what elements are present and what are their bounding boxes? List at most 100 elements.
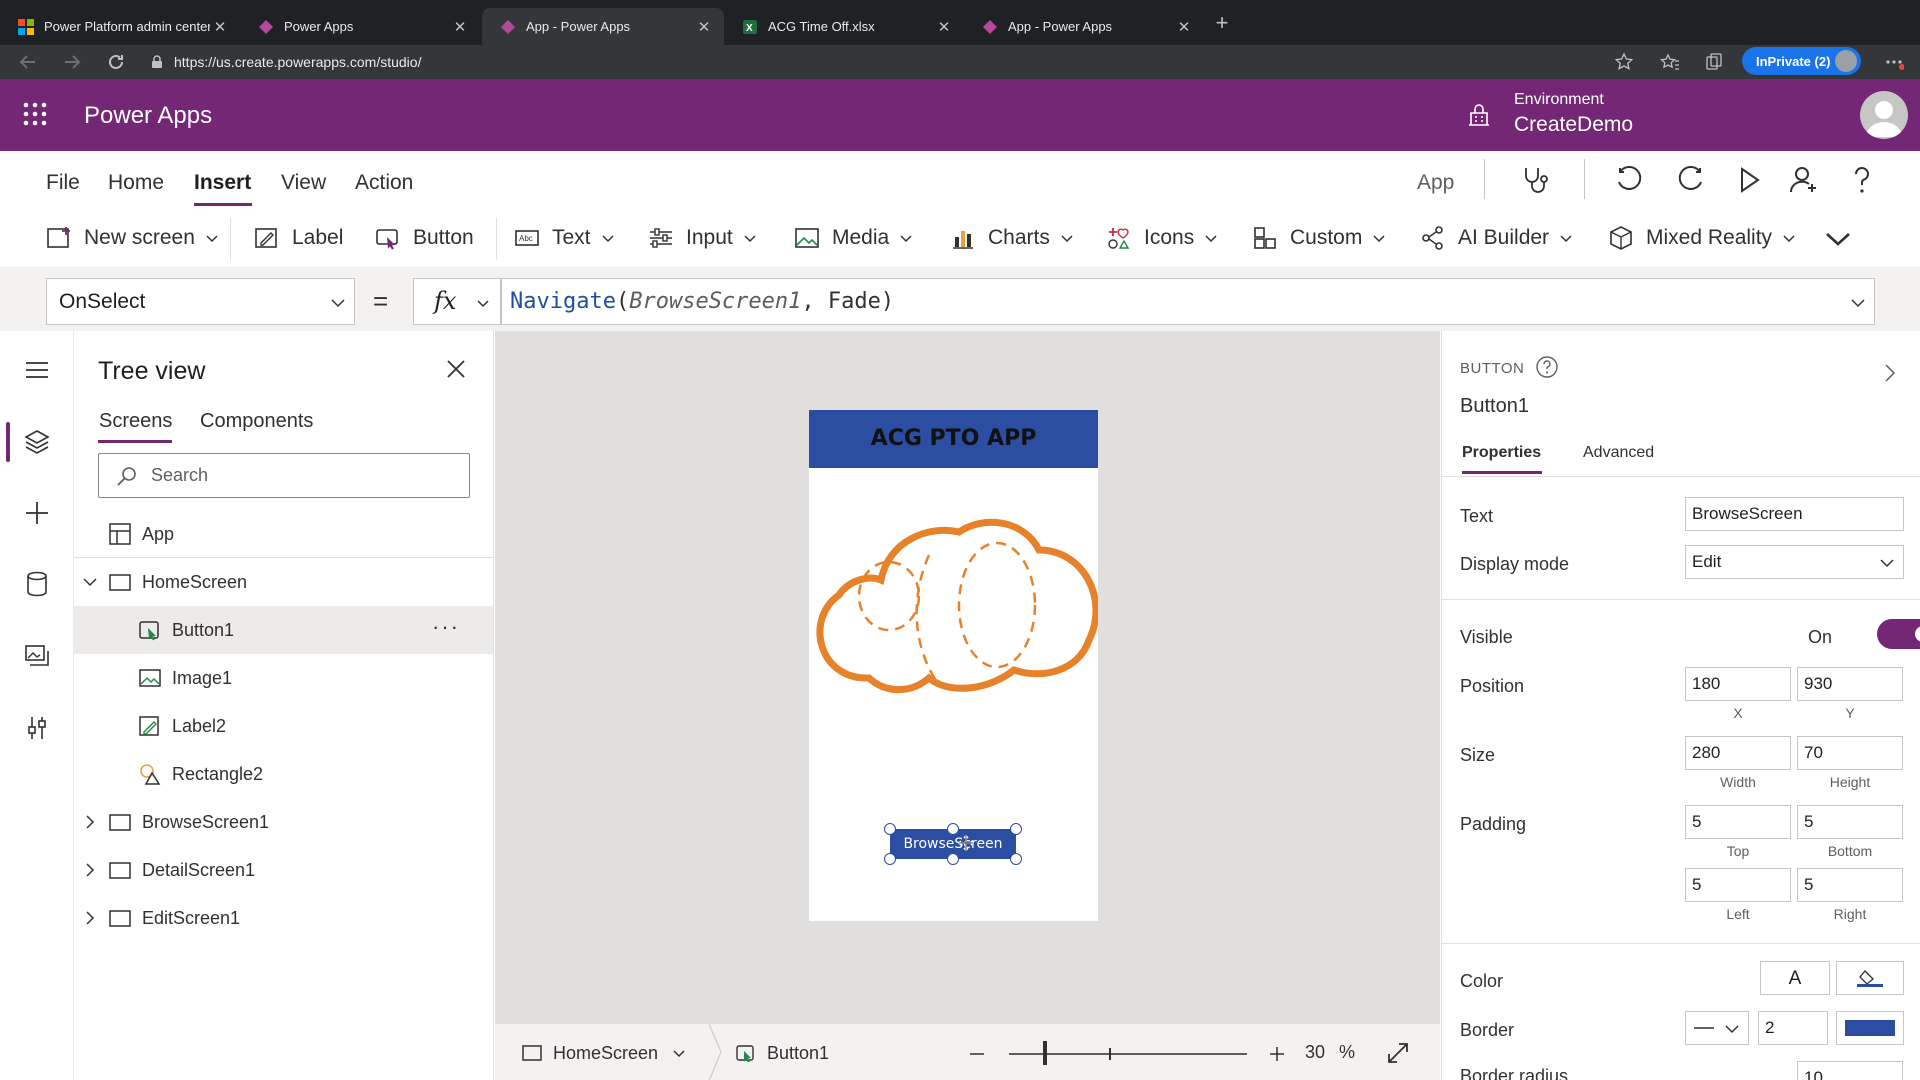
tab-close-icon[interactable]: ✕ bbox=[694, 18, 714, 36]
tab-close-icon[interactable]: ✕ bbox=[210, 18, 230, 36]
close-icon[interactable] bbox=[444, 357, 468, 381]
data-cylinder-icon[interactable] bbox=[22, 569, 52, 599]
redo-icon[interactable] bbox=[1674, 164, 1706, 196]
menu-tab-file[interactable]: File bbox=[46, 171, 80, 195]
tab-properties[interactable]: Properties bbox=[1462, 444, 1541, 462]
chevron-right-icon[interactable] bbox=[82, 862, 98, 878]
tab-screens[interactable]: Screens bbox=[99, 410, 172, 433]
tree-node-image1[interactable]: Image1 bbox=[74, 654, 493, 702]
ai-builder-menu[interactable]: AI Builder bbox=[1420, 221, 1573, 255]
more-options-icon[interactable] bbox=[1884, 52, 1904, 72]
tab-acg-time-off[interactable]: X ACG Time Off.xlsx ✕ bbox=[724, 8, 964, 45]
tab-advanced[interactable]: Advanced bbox=[1583, 444, 1654, 462]
custom-menu[interactable]: Custom bbox=[1252, 221, 1386, 255]
display-mode-dropdown[interactable]: Edit bbox=[1685, 545, 1904, 579]
help-circle-icon[interactable] bbox=[1535, 355, 1559, 379]
tree-node-rectangle2[interactable]: Rectangle2 bbox=[74, 750, 493, 798]
resize-handle[interactable] bbox=[947, 823, 959, 835]
user-avatar[interactable] bbox=[1860, 91, 1908, 139]
input-menu[interactable]: Input bbox=[648, 221, 757, 255]
media-menu[interactable]: Media bbox=[794, 221, 913, 255]
tree-node-button1-selected[interactable]: Button1 ··· bbox=[74, 606, 493, 654]
tab-power-apps[interactable]: Power Apps ✕ bbox=[240, 8, 480, 45]
app-header-rectangle[interactable]: ACG PTO APP bbox=[809, 410, 1098, 468]
fx-function-button[interactable]: fx bbox=[413, 278, 501, 325]
homescreen-preview[interactable]: ACG PTO APP BrowseScreen bbox=[809, 410, 1098, 921]
menu-tab-home[interactable]: Home bbox=[108, 171, 164, 195]
border-radius-input[interactable]: 10 bbox=[1797, 1061, 1903, 1080]
property-dropdown[interactable]: OnSelect bbox=[46, 278, 355, 325]
tree-search-input[interactable]: Search bbox=[98, 453, 470, 498]
text-menu[interactable]: Abc Text bbox=[514, 221, 615, 255]
chevron-right-icon[interactable] bbox=[1880, 363, 1900, 383]
play-preview-icon[interactable] bbox=[1732, 164, 1764, 196]
position-x-input[interactable]: 180 bbox=[1685, 667, 1791, 701]
hamburger-menu-icon[interactable] bbox=[22, 355, 52, 385]
resize-handle[interactable] bbox=[1010, 823, 1022, 835]
border-style-dropdown[interactable] bbox=[1685, 1011, 1749, 1045]
tree-node-homescreen[interactable]: HomeScreen bbox=[74, 558, 493, 606]
tree-node-app[interactable]: App bbox=[74, 510, 493, 558]
tab-power-platform-admin[interactable]: Power Platform admin center ✕ bbox=[0, 8, 240, 45]
chevron-down-icon[interactable] bbox=[82, 574, 98, 590]
fit-to-window-icon[interactable] bbox=[1385, 1040, 1411, 1066]
zoom-in-icon[interactable] bbox=[1267, 1044, 1287, 1064]
border-color-picker[interactable] bbox=[1836, 1011, 1904, 1045]
app-checker-label[interactable]: App bbox=[1417, 171, 1454, 195]
tree-node-detailscreen1[interactable]: DetailScreen1 bbox=[74, 846, 493, 894]
tree-node-editscreen1[interactable]: EditScreen1 bbox=[74, 894, 493, 942]
padding-top-input[interactable]: 5 bbox=[1685, 805, 1791, 839]
menu-tab-view[interactable]: View bbox=[281, 171, 326, 195]
height-input[interactable]: 70 bbox=[1797, 736, 1903, 770]
chevron-right-icon[interactable] bbox=[82, 814, 98, 830]
fill-color-picker[interactable] bbox=[1836, 961, 1904, 995]
border-width-input[interactable]: 2 bbox=[1758, 1011, 1828, 1045]
button-button[interactable]: Button bbox=[375, 221, 474, 255]
label-button[interactable]: Label bbox=[254, 221, 343, 255]
expand-ribbon-chevron-icon[interactable] bbox=[1824, 230, 1852, 248]
padding-left-input[interactable]: 5 bbox=[1685, 868, 1791, 902]
charts-menu[interactable]: Charts bbox=[950, 221, 1074, 255]
help-question-icon[interactable] bbox=[1846, 164, 1878, 196]
tab-app-power-apps-active[interactable]: App - Power Apps ✕ bbox=[482, 8, 724, 45]
zoom-slider-thumb[interactable] bbox=[1042, 1041, 1047, 1065]
insert-plus-icon[interactable] bbox=[22, 498, 52, 528]
formula-input[interactable]: Navigate(BrowseScreen1, Fade) bbox=[501, 278, 1875, 325]
zoom-out-icon[interactable] bbox=[967, 1044, 987, 1064]
tree-node-label2[interactable]: Label2 bbox=[74, 702, 493, 750]
resize-handle[interactable] bbox=[947, 853, 959, 865]
resize-handle[interactable] bbox=[1010, 853, 1022, 865]
padding-right-input[interactable]: 5 bbox=[1797, 868, 1903, 902]
back-arrow-icon[interactable] bbox=[16, 50, 40, 74]
mixed-reality-menu[interactable]: Mixed Reality bbox=[1608, 221, 1796, 255]
undo-icon[interactable] bbox=[1614, 164, 1646, 196]
padding-bottom-input[interactable]: 5 bbox=[1797, 805, 1903, 839]
tab-components[interactable]: Components bbox=[200, 410, 313, 433]
control-selector[interactable]: Button1 bbox=[735, 1042, 829, 1064]
reload-icon[interactable] bbox=[104, 50, 128, 74]
add-favorite-icon[interactable] bbox=[1614, 52, 1634, 72]
tab-close-icon[interactable]: ✕ bbox=[1174, 18, 1194, 36]
tab-close-icon[interactable]: ✕ bbox=[450, 18, 470, 36]
collections-icon[interactable] bbox=[1704, 52, 1724, 72]
forward-arrow-icon[interactable] bbox=[60, 50, 84, 74]
visible-toggle[interactable] bbox=[1877, 619, 1920, 649]
expand-formula-chevron-icon[interactable] bbox=[1850, 295, 1866, 311]
position-y-input[interactable]: 930 bbox=[1797, 667, 1903, 701]
menu-tab-insert[interactable]: Insert bbox=[194, 171, 251, 195]
share-person-icon[interactable] bbox=[1788, 164, 1820, 196]
new-tab-button[interactable]: + bbox=[1208, 10, 1236, 38]
resize-handle[interactable] bbox=[884, 823, 896, 835]
favorites-icon[interactable] bbox=[1660, 52, 1680, 72]
inprivate-badge[interactable]: InPrivate (2) bbox=[1742, 47, 1861, 75]
environment-name[interactable]: CreateDemo bbox=[1514, 113, 1633, 137]
icons-menu[interactable]: Icons bbox=[1106, 221, 1218, 255]
screen-selector[interactable]: HomeScreen bbox=[521, 1042, 686, 1064]
more-options-icon[interactable]: ··· bbox=[432, 614, 460, 640]
tab-app-power-apps[interactable]: App - Power Apps ✕ bbox=[964, 8, 1204, 45]
tree-view-layers-icon[interactable] bbox=[22, 427, 52, 457]
new-screen-button[interactable]: New screen bbox=[46, 221, 219, 255]
environment-icon[interactable] bbox=[1465, 101, 1493, 129]
chevron-right-icon[interactable] bbox=[82, 910, 98, 926]
media-library-icon[interactable] bbox=[22, 641, 52, 671]
